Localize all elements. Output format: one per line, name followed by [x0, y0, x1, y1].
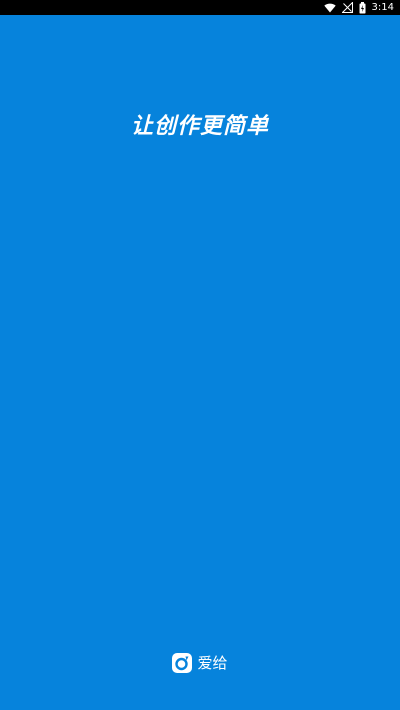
aigei-logo-icon — [172, 653, 193, 673]
status-time: 3:14 — [371, 2, 394, 13]
brand: 爱给 — [0, 653, 400, 673]
slogan-text: 让创作更简单 — [130, 114, 269, 139]
brand-name: 爱给 — [197, 654, 228, 672]
battery-charging-icon — [359, 0, 366, 15]
no-signal-icon — [341, 0, 353, 15]
wifi-icon — [323, 0, 336, 15]
splash-screen: 3:14 让创作更简单 爱给 — [0, 0, 400, 710]
status-bar: 3:14 — [0, 0, 400, 15]
